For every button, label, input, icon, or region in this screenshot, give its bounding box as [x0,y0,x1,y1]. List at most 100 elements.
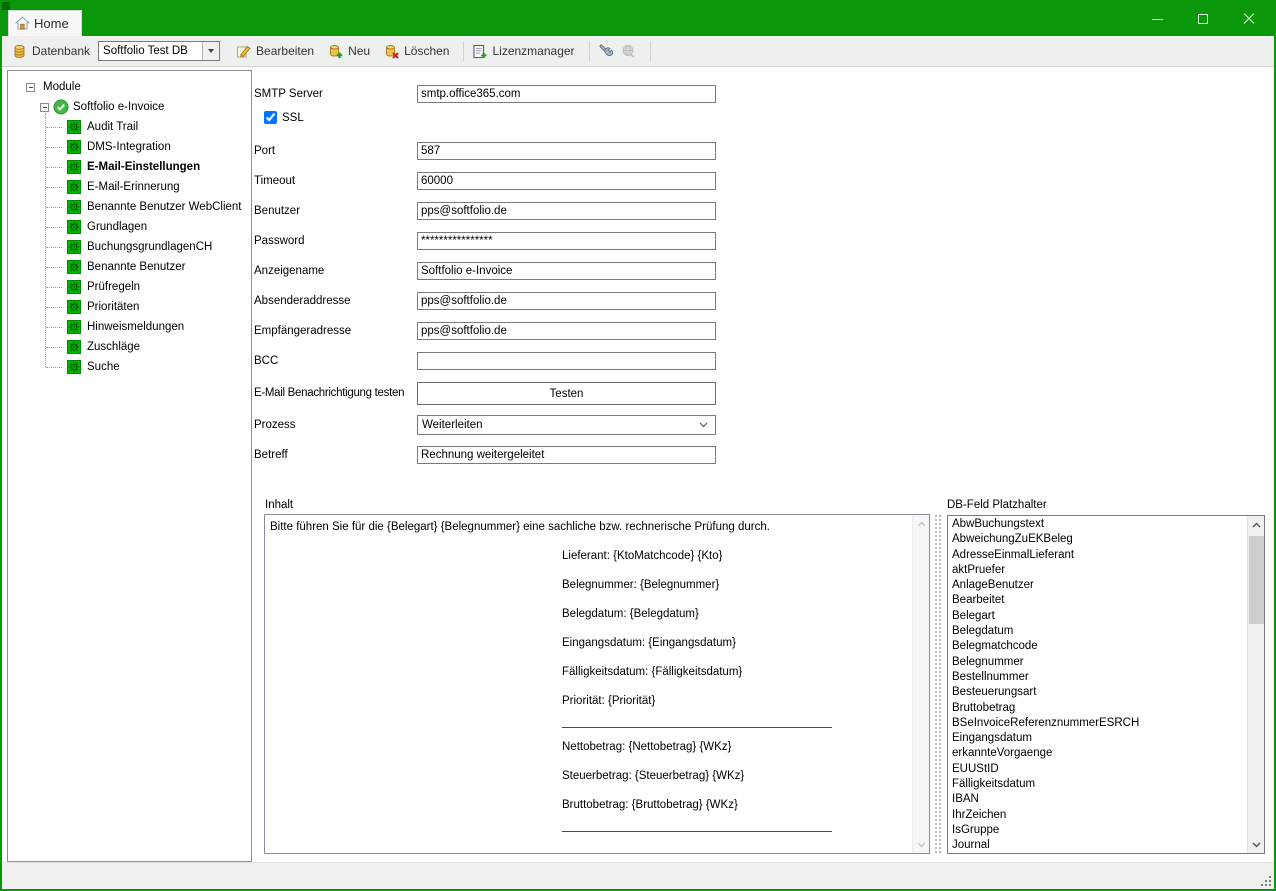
tab-home[interactable]: Home [8,10,82,36]
neu-label: Neu [348,44,370,58]
ssl-checkbox[interactable] [264,111,277,124]
scroll-up-icon[interactable] [1248,516,1265,533]
module-gear-icon [67,200,81,214]
list-item[interactable]: Journal [948,838,1247,853]
smtp-server-input[interactable] [417,85,716,103]
datenbank-label: Datenbank [32,44,90,58]
password-input[interactable] [417,232,716,250]
list-item[interactable]: BSeInvoiceReferenznummerESRCH [948,716,1247,731]
prozess-select[interactable]: Weiterleiten [417,415,716,435]
content-line: Eingangsdatum: {Eingangsdatum} [270,637,908,666]
tree-item-module[interactable]: Module [8,77,251,97]
absenderaddresse-input[interactable] [417,292,716,310]
empfaengeradresse-input[interactable] [417,322,716,340]
content-line: Belegdatum: {Belegdatum} [270,608,908,637]
resize-grip-icon[interactable] [1260,875,1271,886]
list-item[interactable]: Besteuerungsart [948,685,1247,700]
anzeigename-input[interactable] [417,262,716,280]
tree-item-grundlagen[interactable]: Grundlagen [8,217,251,237]
scroll-up-icon[interactable] [913,515,930,532]
globe-button[interactable] [621,44,636,59]
tree-item-prüfregeln[interactable]: Prüfregeln [8,277,251,297]
absenderaddresse-label: Absenderaddresse [254,295,351,307]
list-item[interactable]: IsGruppe [948,823,1247,838]
collapse-icon[interactable] [26,83,35,92]
module-gear-icon [67,320,81,334]
ssl-checkbox-row[interactable]: SSL [264,111,304,124]
list-item[interactable]: EUUStID [948,762,1247,777]
tree-item-prioritäten[interactable]: Prioritäten [8,297,251,317]
tree-item-audit-trail[interactable]: Audit Trail [8,117,251,137]
testen-button[interactable]: Testen [417,382,716,405]
tree-item-e-mail-einstellungen[interactable]: E-Mail-Einstellungen [8,157,251,177]
list-item[interactable]: aktPruefer [948,563,1247,578]
tree-item-zuschläge[interactable]: Zuschläge [8,337,251,357]
scrollbar-thumb[interactable] [1249,536,1264,624]
list-item[interactable]: AnlageBenutzer [948,578,1247,593]
timeout-input[interactable] [417,172,716,190]
port-label: Port [254,145,275,157]
port-input[interactable] [417,142,716,160]
list-item[interactable]: Bestellnummer [948,670,1247,685]
loeschen-button[interactable]: Löschen [384,44,449,59]
module-gear-icon [67,160,81,174]
maximize-button[interactable] [1180,2,1226,36]
list-item[interactable]: IhrZeichen [948,808,1247,823]
close-button[interactable] [1226,2,1272,36]
database-icon [12,44,27,59]
tree-item-dms-integration[interactable]: DMS-Integration [8,137,251,157]
inhalt-scrollbar[interactable] [912,515,929,853]
list-item[interactable]: Eingangsdatum [948,731,1247,746]
placeholder-scrollbar[interactable] [1247,516,1264,853]
content-line: Fälligkeitsdatum: {Fälligkeitsdatum} [270,666,908,695]
list-item[interactable]: AbwBuchungstext [948,517,1247,532]
lizenzmanager-button[interactable]: Lizenzmanager [472,44,574,59]
email-test-label: E-Mail Benachrichtigung testen [254,387,404,399]
list-item[interactable]: AbweichungZuEKBeleg [948,532,1247,547]
tree-item-benannte-benutzer-webclient[interactable]: Benannte Benutzer WebClient [8,197,251,217]
statusbar [2,862,1274,889]
collapse-icon[interactable] [40,103,49,112]
minimize-button[interactable] [1134,2,1180,36]
tree-item-suche[interactable]: Suche [8,357,251,377]
content-line: Belegnummer: {Belegnummer} [270,579,908,608]
neu-button[interactable]: Neu [328,44,370,59]
bcc-input[interactable] [417,352,716,370]
module-ok-icon [53,99,69,115]
bearbeiten-button[interactable]: Bearbeiten [236,44,314,59]
db-feld-platzhalter-label: DB-Feld Platzhalter [947,499,1047,511]
benutzer-input[interactable] [417,202,716,220]
betreff-input[interactable] [417,446,716,464]
inhalt-content: Bitte führen Sie für die {Belegart} {Bel… [265,515,912,853]
list-item[interactable]: erkannteVorgaenge [948,746,1247,761]
datenbank-combobox[interactable]: Softfolio Test DB [98,41,220,61]
inhalt-textarea[interactable]: Bitte führen Sie für die {Belegart} {Bel… [264,514,930,854]
bearbeiten-label: Bearbeiten [256,44,314,58]
list-item[interactable]: Fälligkeitsdatum [948,777,1247,792]
tree-item-label: Benannte Benutzer WebClient [87,201,242,213]
list-item[interactable]: Belegmatchcode [948,639,1247,654]
tree-item-hinweismeldungen[interactable]: Hinweismeldungen [8,317,251,337]
list-item[interactable]: Bearbeitet [948,593,1247,608]
splitter-handle[interactable] [934,514,941,854]
tools-button[interactable] [598,44,613,59]
list-item[interactable]: Belegdatum [948,624,1247,639]
content-line: Bitte führen Sie für die {Belegart} {Bel… [270,521,908,550]
tree-item-e-mail-erinnerung[interactable]: E-Mail-Erinnerung [8,177,251,197]
list-item[interactable]: IBAN [948,792,1247,807]
db-feld-platzhalter-listbox[interactable]: AbwBuchungstextAbweichungZuEKBelegAdress… [947,515,1265,854]
tree-item-benannte-benutzer[interactable]: Benannte Benutzer [8,257,251,277]
content-line: Bruttobetrag: {Bruttobetrag} {WKz} [270,799,908,828]
list-item[interactable]: AdresseEinmalLieferant [948,548,1247,563]
scroll-down-icon[interactable] [913,836,930,853]
list-item[interactable]: Belegnummer [948,655,1247,670]
bcc-label: BCC [254,355,278,367]
list-item[interactable]: Bruttobetrag [948,701,1247,716]
list-item[interactable]: Belegart [948,609,1247,624]
window-controls [1134,2,1272,36]
tools-icon [598,44,613,59]
datenbank-combobox-dropdown-button[interactable] [202,42,219,60]
minimize-icon [1152,19,1163,20]
scroll-down-icon[interactable] [1248,836,1265,853]
tree-item-buchungsgrundlagench[interactable]: BuchungsgrundlagenCH [8,237,251,257]
